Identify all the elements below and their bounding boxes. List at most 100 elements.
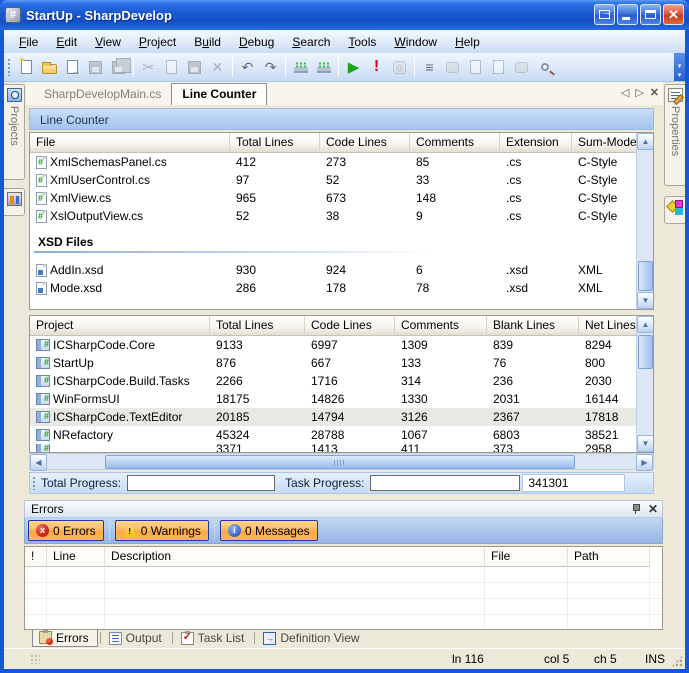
empty-error-row: [25, 583, 662, 599]
column-header-comments[interactable]: Comments: [410, 133, 500, 153]
column-header-code-lines[interactable]: Code Lines: [320, 133, 410, 153]
column-header-path[interactable]: Path: [568, 547, 650, 567]
scrollbar-thumb[interactable]: [638, 335, 653, 369]
table-row[interactable]: AddIn.xsd9309246.xsdXML: [30, 261, 653, 279]
toolbar-grip[interactable]: [7, 58, 12, 76]
column-header-total-lines[interactable]: Total Lines: [230, 133, 320, 153]
column-header-code-lines[interactable]: Code Lines: [305, 316, 395, 336]
delete-icon: ✕: [206, 56, 229, 79]
menu-item-build[interactable]: Build: [185, 32, 230, 52]
scroll-right-icon[interactable]: ▶: [636, 454, 653, 471]
menu-item-window[interactable]: Window: [385, 32, 446, 52]
classes-pad-tab[interactable]: [664, 196, 685, 224]
empty-cell: [485, 599, 568, 614]
column-header-description[interactable]: Description: [105, 547, 485, 567]
table-row[interactable]: ICSharpCode.Core9133699713098398294: [30, 336, 653, 354]
maximize-button[interactable]: [640, 4, 661, 25]
column-header-file[interactable]: File: [30, 133, 230, 153]
table-row[interactable]: StartUp87666713376800: [30, 354, 653, 372]
tab-scroll-right-button[interactable]: ▷: [635, 86, 643, 100]
value-cell: 2266: [210, 372, 305, 390]
undo-icon[interactable]: ↶: [236, 56, 259, 79]
scrollbar-thumb[interactable]: [105, 455, 575, 469]
table-row[interactable]: XmlView.cs965673148.csC-Style: [30, 189, 653, 207]
scroll-left-icon[interactable]: ◀: [30, 454, 47, 471]
save-icon: [84, 56, 107, 79]
menu-item-search[interactable]: Search: [283, 32, 339, 52]
tools-pad-tab[interactable]: [4, 188, 25, 216]
pin-icon[interactable]: [632, 503, 640, 515]
table-row[interactable]: Mode.xsd28617878.xsdXML: [30, 279, 653, 297]
minimize-button[interactable]: [617, 4, 638, 25]
bottom-tab-errors[interactable]: Errors: [32, 630, 98, 647]
table-row[interactable]: XslOutputView.cs52389.csC-Style: [30, 207, 653, 225]
menu-item-project[interactable]: Project: [130, 32, 185, 52]
errors-filter-button-0-messages[interactable]: i0 Messages: [220, 520, 318, 541]
resize-grip[interactable]: [671, 655, 683, 667]
column-header-project[interactable]: Project: [30, 316, 210, 336]
find-icon[interactable]: [533, 56, 556, 79]
errors-filter-button-0-warnings[interactable]: !0 Warnings: [115, 520, 209, 541]
task-progress-label: Task Progress:: [285, 476, 364, 490]
column-header-file[interactable]: File: [485, 547, 568, 567]
menu-item-help[interactable]: Help: [446, 32, 489, 52]
scroll-up-icon[interactable]: ▲: [637, 316, 654, 333]
column-header-extension[interactable]: Extension: [500, 133, 572, 153]
column-header-blank-lines[interactable]: Blank Lines: [487, 316, 579, 336]
deattach-button[interactable]: [594, 4, 615, 25]
table-row[interactable]: NRefactory45324287881067680338521: [30, 426, 653, 444]
errors-filter-button-0-errors[interactable]: x0 Errors: [28, 520, 104, 541]
toolbar-separator: [285, 57, 286, 77]
scroll-down-icon[interactable]: ▼: [637, 435, 654, 452]
column-header-net-lines[interactable]: Net Lines: [579, 316, 643, 336]
table-row[interactable]: 337114134113732958: [30, 444, 653, 453]
menu-item-debug[interactable]: Debug: [230, 32, 283, 52]
tab-line-counter[interactable]: Line Counter: [171, 83, 267, 105]
progress-row-grip[interactable]: [32, 476, 37, 490]
errors-close-icon[interactable]: ✕: [648, 503, 658, 515]
toolbar-overflow-button[interactable]: ▾▾: [674, 53, 685, 81]
open-file-icon[interactable]: [38, 56, 61, 79]
scroll-down-icon[interactable]: ▼: [637, 292, 654, 309]
open-with-icon[interactable]: [61, 56, 84, 79]
button-label: 0 Messages: [245, 524, 310, 538]
bottom-tab-output[interactable]: Output: [103, 630, 170, 647]
deattach-icon: [599, 10, 610, 19]
tab-sharpdevelopmain-cs[interactable]: SharpDevelopMain.cs: [34, 84, 171, 105]
column-header-sum-mode[interactable]: Sum-Mode: [572, 133, 643, 153]
build-solution-icon[interactable]: [289, 56, 312, 79]
table-row[interactable]: XmlUserControl.cs975233.csC-Style: [30, 171, 653, 189]
abort-icon[interactable]: !: [365, 56, 388, 79]
profiler-icon: 0: [388, 56, 411, 79]
column-header-comments[interactable]: Comments: [395, 316, 487, 336]
menu-item-view[interactable]: View: [86, 32, 130, 52]
menu-item-tools[interactable]: Tools: [339, 32, 385, 52]
toolbar-separator: [232, 57, 233, 77]
table-row[interactable]: WinFormsUI18175148261330203116144: [30, 390, 653, 408]
scroll-up-icon[interactable]: ▲: [637, 133, 654, 150]
files-table-scrollbar[interactable]: ▲ ▼: [636, 133, 653, 309]
column-header-total-lines[interactable]: Total Lines: [210, 316, 305, 336]
scrollbar-thumb[interactable]: [638, 261, 653, 291]
redo-icon[interactable]: ↷: [259, 56, 282, 79]
properties-pad-tab[interactable]: Properties: [664, 84, 685, 186]
tab-scroll-left-button[interactable]: ◁: [621, 86, 629, 100]
table-row[interactable]: XmlSchemasPanel.cs41227385.csC-Style: [30, 153, 653, 171]
bottom-tab-definition-view[interactable]: Definition View: [257, 630, 367, 647]
projects-pad-tab[interactable]: Projects: [4, 84, 25, 180]
new-file-icon[interactable]: [15, 56, 38, 79]
horizontal-scrollbar[interactable]: ◀ ▶: [29, 453, 654, 470]
bookmark-list-icon[interactable]: ≡: [418, 56, 441, 79]
menu-item-file[interactable]: File: [10, 32, 47, 52]
close-button[interactable]: ✕: [663, 4, 684, 25]
column-header-line[interactable]: Line: [47, 547, 105, 567]
table-row[interactable]: ICSharpCode.TextEditor201851479431262367…: [30, 408, 653, 426]
build-project-icon[interactable]: [312, 56, 335, 79]
menu-item-edit[interactable]: Edit: [47, 32, 86, 52]
projects-table-scrollbar[interactable]: ▲ ▼: [636, 316, 653, 452]
run-icon[interactable]: ▶: [342, 56, 365, 79]
tab-close-button[interactable]: ✕: [650, 86, 659, 100]
column-header-item[interactable]: !: [25, 547, 47, 567]
table-row[interactable]: ICSharpCode.Build.Tasks22661716314236203…: [30, 372, 653, 390]
bottom-tab-task-list[interactable]: Task List: [175, 630, 253, 647]
